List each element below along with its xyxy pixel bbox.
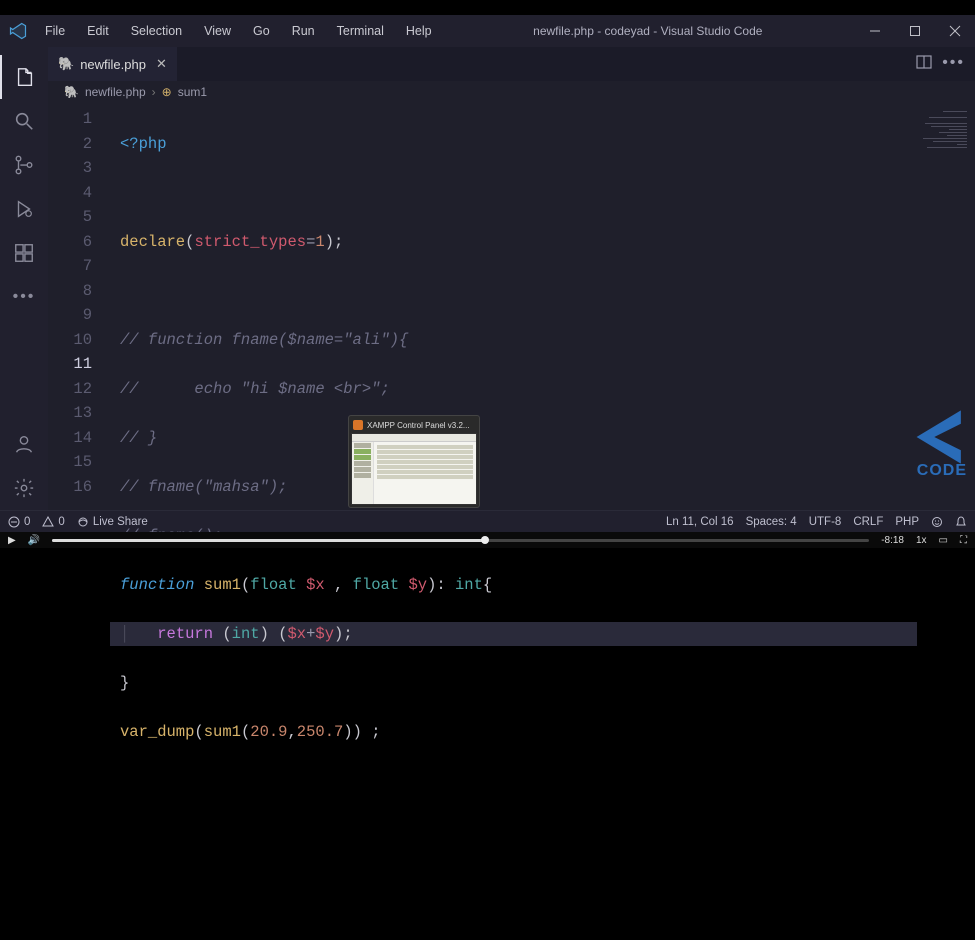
menu-bar: File Edit Selection View Go Run Terminal… bbox=[36, 18, 441, 44]
code-content[interactable]: <?php declare(strict_types=1); // functi… bbox=[110, 103, 917, 510]
menu-help[interactable]: Help bbox=[397, 18, 441, 44]
chevron-right-icon: › bbox=[152, 85, 156, 99]
menu-terminal[interactable]: Terminal bbox=[328, 18, 393, 44]
menu-go[interactable]: Go bbox=[244, 18, 279, 44]
playback-rate[interactable]: 1x bbox=[916, 535, 927, 546]
notifications-icon[interactable] bbox=[955, 516, 967, 528]
feedback-icon[interactable] bbox=[931, 516, 943, 528]
fullscreen-icon[interactable]: ⛶ bbox=[960, 535, 967, 546]
menu-run[interactable]: Run bbox=[283, 18, 324, 44]
thumbnail-title: XAMPP Control Panel v3.2... bbox=[367, 421, 470, 430]
remote-indicator[interactable]: 0 bbox=[8, 516, 30, 528]
php-file-icon: 🐘 bbox=[58, 56, 74, 72]
search-icon[interactable] bbox=[0, 99, 48, 143]
editor-actions: ••• bbox=[916, 54, 975, 75]
problems-indicator[interactable]: 0 bbox=[42, 516, 64, 528]
line-gutter: 1234 5678 9101112 13141516 bbox=[48, 103, 110, 510]
tabs-row: 🐘 newfile.php ✕ ••• bbox=[48, 47, 975, 81]
vscode-window: File Edit Selection View Go Run Terminal… bbox=[0, 15, 975, 532]
symbol-function-icon: ⊕ bbox=[162, 85, 172, 99]
thumbnail-preview bbox=[351, 433, 477, 505]
window-title: newfile.php - codeyad - Visual Studio Co… bbox=[441, 24, 855, 38]
extensions-icon[interactable] bbox=[0, 231, 48, 275]
more-icon[interactable]: ••• bbox=[0, 275, 48, 319]
taskbar-thumbnail[interactable]: XAMPP Control Panel v3.2... bbox=[348, 415, 480, 508]
editor-area: 🐘 newfile.php ✕ ••• 🐘 newfile.php › ⊕ su… bbox=[48, 47, 975, 510]
maximize-button[interactable] bbox=[895, 15, 935, 47]
tab-label: newfile.php bbox=[80, 57, 146, 72]
editor-more-icon[interactable]: ••• bbox=[942, 54, 965, 75]
source-control-icon[interactable] bbox=[0, 143, 48, 187]
code-editor[interactable]: 1234 5678 9101112 13141516 <?php declare… bbox=[48, 103, 975, 510]
seek-bar[interactable] bbox=[52, 539, 869, 542]
menu-view[interactable]: View bbox=[195, 18, 240, 44]
tab-newfile-php[interactable]: 🐘 newfile.php ✕ bbox=[48, 47, 177, 81]
run-debug-icon[interactable] bbox=[0, 187, 48, 231]
breadcrumb-symbol: sum1 bbox=[178, 85, 207, 99]
split-editor-icon[interactable] bbox=[916, 54, 932, 75]
video-player-bar: ▶ 🔊 -8:18 1x ▭ ⛶ bbox=[0, 532, 975, 548]
settings-gear-icon[interactable] bbox=[0, 466, 48, 510]
minimize-button[interactable] bbox=[855, 15, 895, 47]
window-controls bbox=[855, 15, 975, 47]
breadcrumb-file: newfile.php bbox=[85, 85, 146, 99]
close-button[interactable] bbox=[935, 15, 975, 47]
explorer-icon[interactable] bbox=[0, 55, 48, 99]
pip-icon[interactable]: ▭ bbox=[939, 535, 948, 546]
main-area: ••• 🐘 newfile.php ✕ ••• bbox=[0, 47, 975, 510]
breadcrumb[interactable]: 🐘 newfile.php › ⊕ sum1 bbox=[48, 81, 975, 103]
menu-file[interactable]: File bbox=[36, 18, 74, 44]
time-remaining: -8:18 bbox=[881, 535, 904, 546]
menu-selection[interactable]: Selection bbox=[122, 18, 191, 44]
php-file-icon: 🐘 bbox=[64, 85, 79, 99]
account-icon[interactable] bbox=[0, 422, 48, 466]
play-icon[interactable]: ▶ bbox=[8, 535, 16, 546]
volume-icon[interactable]: 🔊 bbox=[28, 535, 40, 546]
vscode-logo-icon bbox=[0, 22, 36, 40]
minimap[interactable] bbox=[917, 103, 975, 510]
menu-edit[interactable]: Edit bbox=[78, 18, 118, 44]
titlebar: File Edit Selection View Go Run Terminal… bbox=[0, 15, 975, 47]
tab-close-icon[interactable]: ✕ bbox=[156, 56, 167, 72]
activity-bar: ••• bbox=[0, 47, 48, 510]
xampp-icon bbox=[353, 420, 363, 430]
